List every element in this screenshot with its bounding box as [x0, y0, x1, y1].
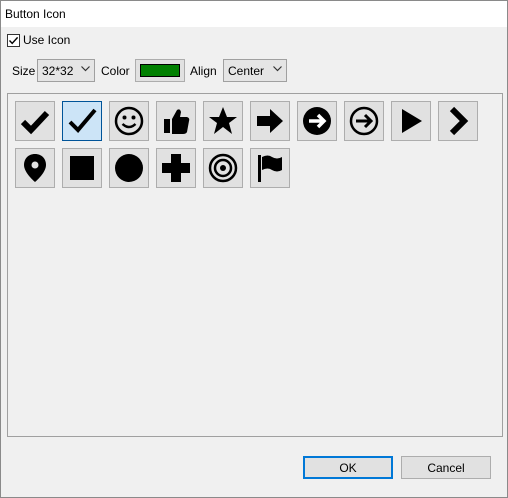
color-label: Color	[101, 64, 130, 78]
size-select[interactable]: 32*32	[37, 59, 95, 82]
icon-option-thumbs-up[interactable]	[156, 101, 196, 141]
icon-option-star[interactable]	[203, 101, 243, 141]
align-label: Align	[190, 64, 217, 78]
use-icon-checkbox[interactable]: Use Icon	[7, 32, 70, 48]
color-picker-button[interactable]	[135, 59, 185, 82]
map-pin-icon	[24, 154, 46, 182]
star-icon	[209, 107, 237, 134]
arrow-right-circle-outline-icon	[349, 106, 379, 136]
icon-option-square[interactable]	[62, 148, 102, 188]
checkmark-icon	[8, 36, 19, 44]
icon-grid-panel	[7, 93, 503, 437]
chevron-right-icon	[449, 106, 469, 136]
check-bold-icon	[20, 110, 50, 135]
size-value: 32*32	[42, 64, 74, 78]
thumbs-up-icon	[164, 109, 190, 134]
chevron-down-icon	[273, 66, 282, 72]
play-icon	[402, 109, 422, 133]
checkbox-box[interactable]	[7, 33, 20, 47]
align-value: Center	[228, 64, 265, 78]
icon-option-chevron-right[interactable]	[438, 101, 478, 141]
title-bar: Button Icon	[1, 1, 507, 27]
circle-icon	[115, 154, 143, 182]
icon-option-circle[interactable]	[109, 148, 149, 188]
size-label: Size	[12, 64, 36, 78]
align-select[interactable]: Center	[223, 59, 287, 82]
icon-option-target[interactable]	[203, 148, 243, 188]
ok-button[interactable]: OK	[303, 456, 393, 479]
dialog-title: Button Icon	[5, 7, 66, 21]
options-row: Size 32*32 Color Align Center	[1, 58, 507, 84]
cancel-button[interactable]: Cancel	[401, 456, 491, 479]
color-swatch	[140, 64, 180, 77]
smiley-icon	[114, 106, 144, 136]
arrow-right-circle-icon	[303, 107, 331, 135]
use-icon-label: Use Icon	[23, 33, 71, 47]
icon-option-check[interactable]	[62, 101, 102, 141]
flag-icon	[258, 155, 282, 182]
plus-icon	[162, 154, 190, 182]
square-icon	[70, 156, 94, 180]
icon-option-arrow-right[interactable]	[250, 101, 290, 141]
icon-option-plus[interactable]	[156, 148, 196, 188]
icon-option-arrow-right-circle[interactable]	[297, 101, 337, 141]
icon-option-map-pin[interactable]	[15, 148, 55, 188]
target-icon	[208, 153, 238, 183]
check-icon	[68, 108, 97, 133]
arrow-right-icon	[257, 109, 283, 133]
icon-option-check-bold[interactable]	[15, 101, 55, 141]
chevron-down-icon	[81, 66, 90, 72]
icon-option-play[interactable]	[391, 101, 431, 141]
icon-option-flag[interactable]	[250, 148, 290, 188]
icon-option-arrow-right-circle-outline[interactable]	[344, 101, 384, 141]
button-icon-dialog: Button Icon Use Icon Size 32*32 Color Al…	[0, 0, 508, 498]
icon-option-smiley[interactable]	[109, 101, 149, 141]
